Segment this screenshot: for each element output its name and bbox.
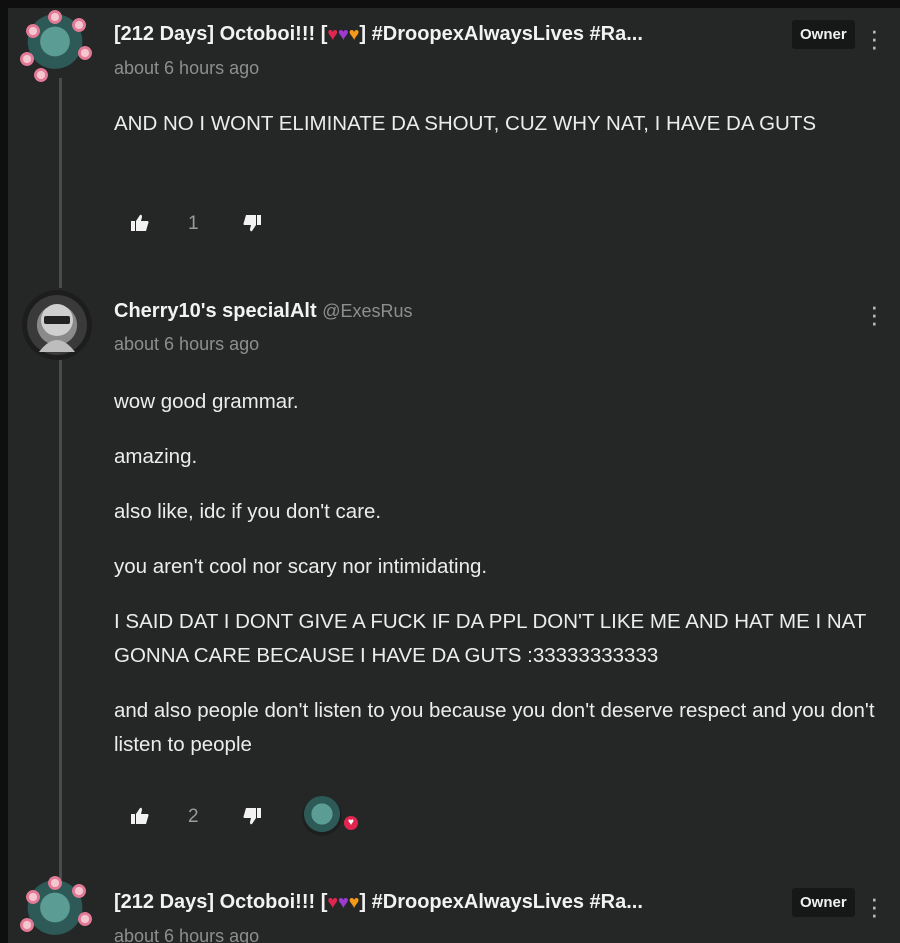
- comment-timestamp: about 6 hours ago: [114, 334, 260, 354]
- user-avatar[interactable]: [22, 290, 92, 360]
- heart-icon: ♥: [344, 816, 358, 830]
- comment-body: wow good grammar. amazing. also like, id…: [114, 385, 884, 783]
- comment-paragraph: amazing.: [114, 445, 198, 468]
- more-vertical-icon[interactable]: · · ·: [870, 293, 879, 335]
- more-vertical-icon[interactable]: · · ·: [870, 17, 879, 59]
- thread-connector: [59, 360, 62, 880]
- thumbs-up-icon[interactable]: [130, 213, 150, 233]
- thread-connector: [59, 78, 62, 288]
- comment-thread: [212 Days] Octoboi!!! [♥♥♥] #DroopexAlwa…: [8, 8, 900, 943]
- user-avatar[interactable]: [20, 10, 92, 82]
- comment-paragraph: AND NO I WONT ELIMINATE DA SHOUT, CUZ WH…: [114, 112, 817, 135]
- reaction-avatar[interactable]: [302, 796, 342, 836]
- like-count: 1: [188, 213, 199, 234]
- user-avatar[interactable]: [20, 876, 92, 943]
- comment-paragraph: you aren't cool nor scary nor intimidati…: [114, 555, 488, 578]
- comment-paragraph: and also people don't listen to you beca…: [114, 699, 875, 756]
- comment-paragraph: also like, idc if you don't care.: [114, 500, 382, 523]
- thumbs-down-icon[interactable]: [242, 806, 262, 826]
- author-name[interactable]: [212 Days] Octoboi!!! [♥♥♥] #DroopexAlwa…: [114, 891, 643, 914]
- thumbs-up-icon[interactable]: [130, 806, 150, 826]
- more-vertical-icon[interactable]: · · ·: [870, 885, 879, 927]
- thumbs-down-icon[interactable]: [242, 213, 262, 233]
- owner-badge: Owner: [792, 888, 855, 917]
- like-count: 2: [188, 806, 199, 827]
- comment-body: AND NO I WONT ELIMINATE DA SHOUT, CUZ WH…: [114, 107, 884, 162]
- comment-timestamp: about 6 hours ago: [114, 58, 260, 78]
- author-handle: @ExesRus: [322, 301, 413, 321]
- comment-paragraph: I SAID DAT I DONT GIVE A FUCK IF DA PPL …: [114, 610, 866, 667]
- owner-badge: Owner: [792, 20, 855, 49]
- comment-timestamp: about 6 hours ago: [114, 926, 260, 943]
- author-name[interactable]: [212 Days] Octoboi!!! [♥♥♥] #DroopexAlwa…: [114, 23, 643, 46]
- comment-paragraph: wow good grammar.: [114, 390, 299, 413]
- author-name[interactable]: Cherry10's specialAlt @ExesRus: [114, 300, 413, 323]
